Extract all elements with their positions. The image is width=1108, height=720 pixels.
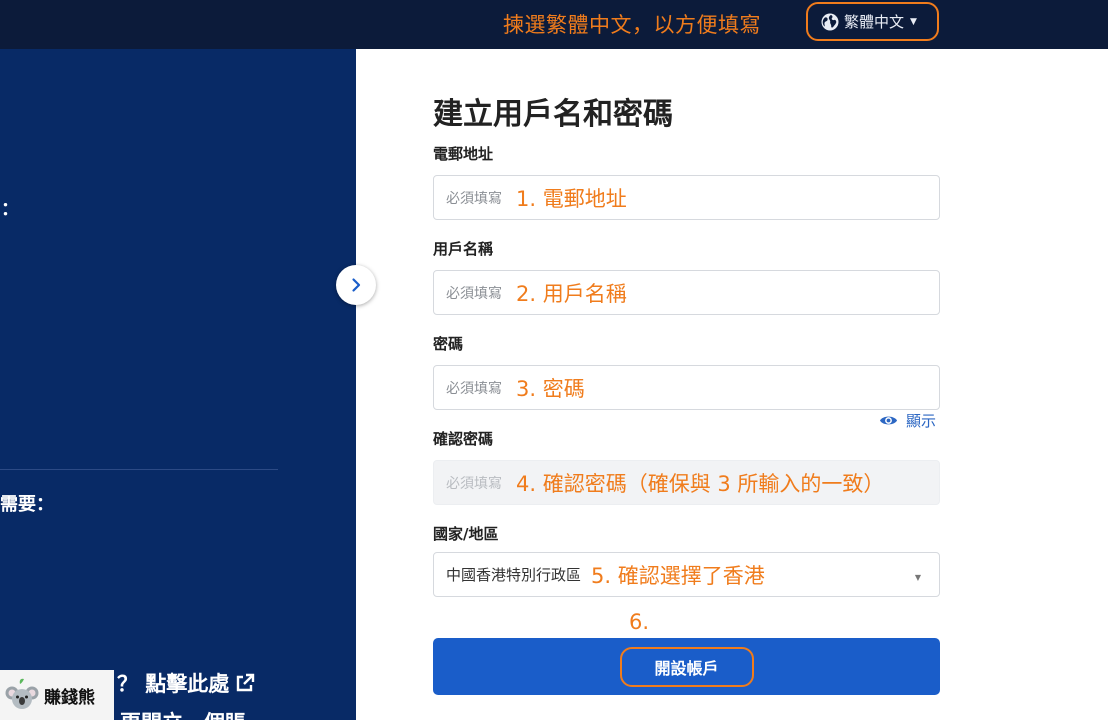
username-label: 用戶名稱 (433, 240, 494, 258)
globe-icon (821, 13, 839, 30)
requirements-heading: 需要： (0, 494, 54, 515)
left-info-panel: ： 需要： (0, 49, 356, 720)
eye-icon (879, 416, 898, 425)
confirm-password-field[interactable]: 必須填寫 4. 確認密碼（確保與 3 所輸入的一致） (433, 460, 940, 505)
panel-divider (0, 469, 278, 470)
cut-off-text: 更開立一個賬 (120, 707, 246, 720)
chevron-right-icon (352, 278, 361, 292)
top-bar: 揀選繁體中文，以方便填寫 繁體中文 ▼ (0, 0, 1108, 49)
email-annotation: 1. 電郵地址 (516, 186, 627, 211)
password-field[interactable]: 必須填寫 3. 密碼 (433, 365, 940, 410)
create-account-highlight: 開設帳戶 (619, 646, 754, 687)
logo-text: 賺錢熊 (44, 687, 95, 708)
caret-down-icon: ▼ (914, 573, 921, 582)
step6-annotation: 6. (629, 610, 650, 634)
watermark-logo: 賺錢熊 (0, 670, 114, 720)
language-selector-label: 繁體中文 (844, 13, 905, 31)
country-annotation: 5. 確認選擇了香港 (591, 563, 765, 588)
show-password-toggle[interactable]: 顯示 (879, 410, 936, 431)
panel-toggle-button[interactable] (336, 265, 376, 305)
create-account-button[interactable]: 開設帳戶 (433, 638, 940, 695)
info-colon-text: ： (1, 199, 19, 220)
password-annotation: 3. 密碼 (516, 376, 585, 401)
username-field[interactable]: 必須填寫 2. 用戶名稱 (433, 270, 940, 315)
confirm-password-annotation: 4. 確認密碼（確保與 3 所輸入的一致） (516, 471, 885, 496)
external-link-icon (237, 673, 255, 692)
email-label: 電郵地址 (433, 145, 494, 163)
country-selected-value: 中國香港特別行政區 (446, 566, 582, 584)
koala-logo-icon (5, 678, 39, 709)
help-link-text: ？ 點擊此處 (117, 672, 230, 696)
form-title: 建立用戶名和密碼 (433, 97, 673, 132)
username-placeholder: 必須填寫 (446, 285, 502, 302)
language-selector-button[interactable]: 繁體中文 ▼ (806, 2, 939, 41)
email-placeholder: 必須填寫 (446, 190, 502, 207)
email-field[interactable]: 必須填寫 1. 電郵地址 (433, 175, 940, 220)
language-annotation: 揀選繁體中文，以方便填寫 (503, 13, 761, 37)
username-annotation: 2. 用戶名稱 (516, 281, 627, 306)
country-select[interactable]: 中國香港特別行政區 5. 確認選擇了香港 ▼ (433, 552, 940, 597)
confirm-password-placeholder: 必須填寫 (446, 475, 502, 492)
caret-down-icon: ▼ (910, 16, 917, 27)
help-link[interactable]: ？ 點擊此處 (117, 668, 255, 698)
show-password-label: 顯示 (906, 412, 937, 430)
country-label: 國家/地區 (433, 525, 499, 543)
password-label: 密碼 (433, 335, 464, 353)
password-placeholder: 必須填寫 (446, 380, 502, 397)
create-account-label: 開設帳戶 (654, 658, 719, 678)
confirm-password-label: 確認密碼 (433, 430, 494, 448)
